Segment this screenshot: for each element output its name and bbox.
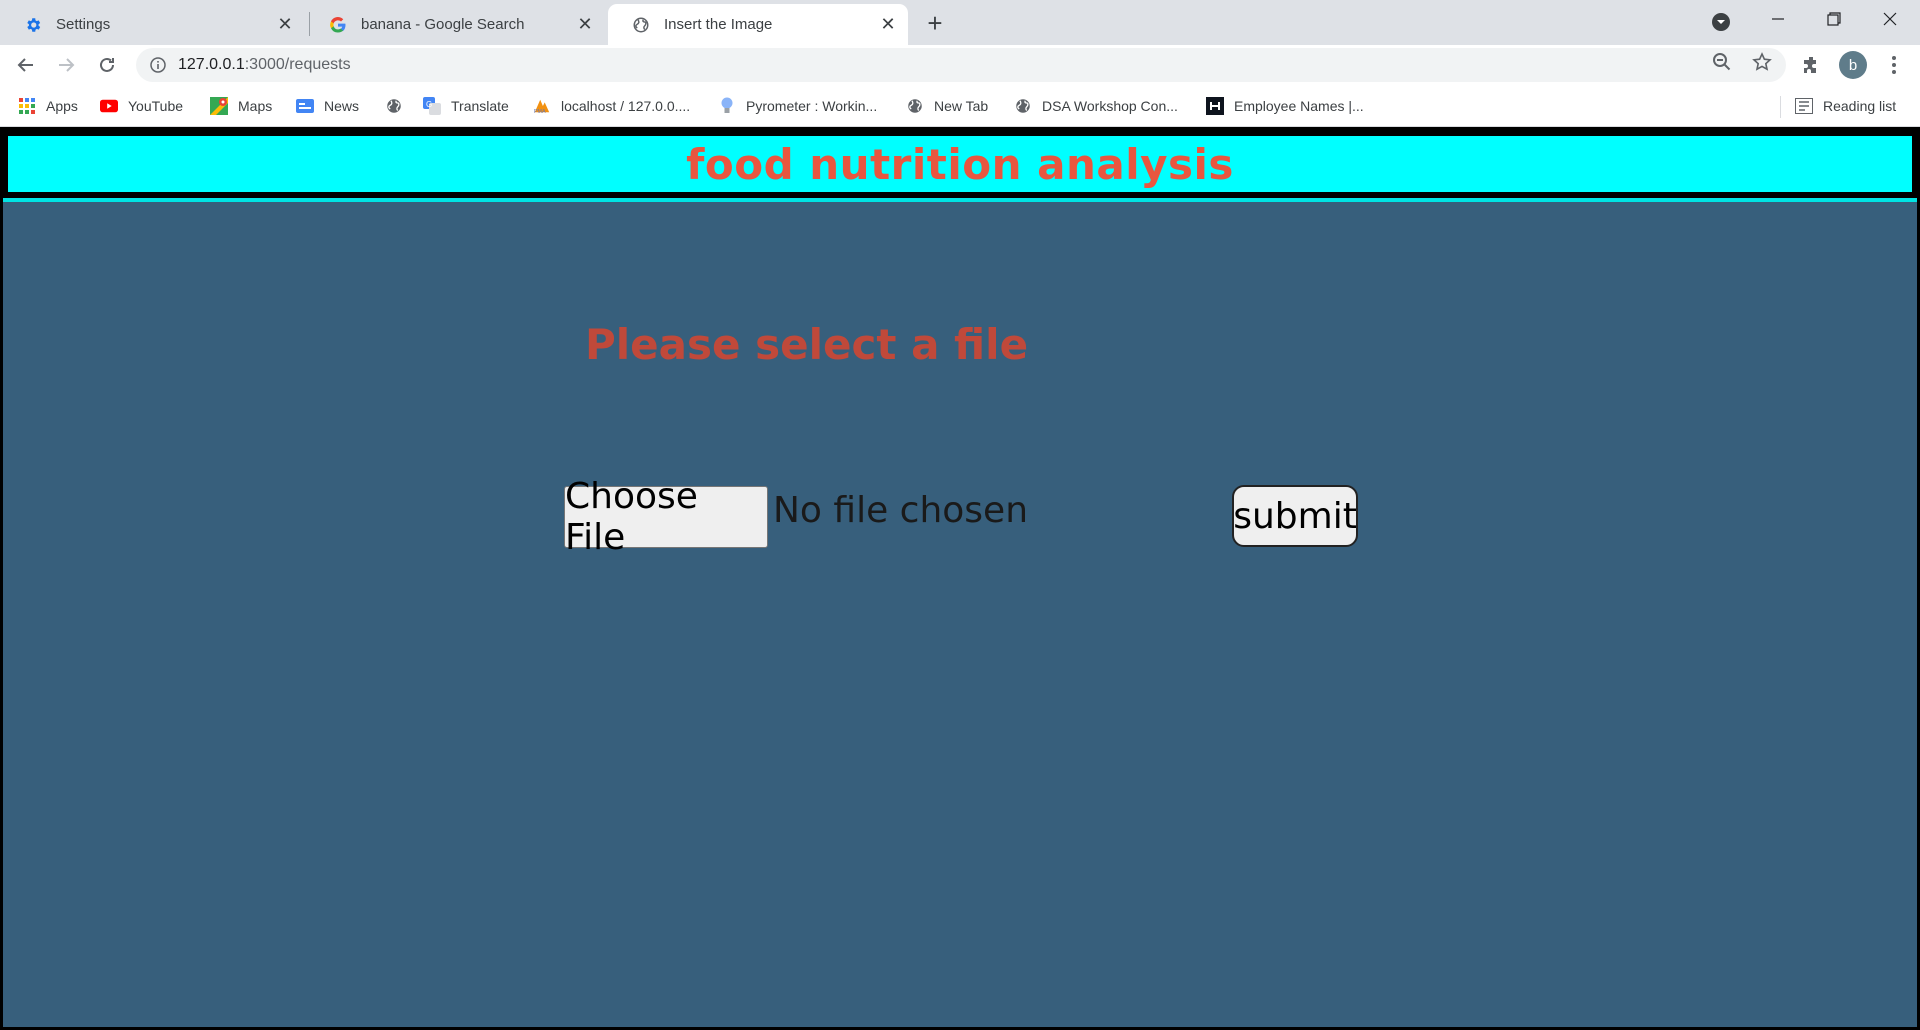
bookmarks-bar: Apps YouTube Maps News G Translate PMA l… — [0, 85, 1920, 127]
youtube-icon — [100, 97, 118, 115]
bookmark-localhost[interactable]: PMA localhost / 127.0.0.... — [533, 95, 690, 117]
extensions-icon[interactable] — [1798, 51, 1826, 79]
restore-icon[interactable] — [1806, 0, 1862, 38]
reload-icon[interactable] — [91, 49, 123, 81]
close-icon[interactable]: ✕ — [273, 13, 297, 37]
bookmark-translate[interactable]: G Translate — [423, 95, 509, 117]
translate-icon: G — [423, 97, 441, 115]
file-status-text: No file chosen — [773, 490, 1029, 531]
zoom-out-icon[interactable] — [1710, 50, 1734, 74]
bookmarks-divider — [1780, 96, 1781, 118]
news-icon — [296, 97, 314, 115]
url-host: 127.0.0.1 — [178, 56, 245, 73]
address-bar[interactable]: 127.0.0.1:3000/requests — [136, 48, 1786, 82]
reading-list-button[interactable]: Reading list — [1795, 95, 1896, 117]
bookmark-label: DSA Workshop Con... — [1042, 98, 1178, 114]
info-icon[interactable] — [148, 55, 168, 75]
bookmark-label: Employee Names |... — [1234, 98, 1364, 114]
new-tab-button[interactable]: + — [920, 8, 950, 38]
back-arrow-icon[interactable] — [10, 49, 42, 81]
header-banner: food nutrition analysis — [8, 136, 1912, 192]
star-icon[interactable] — [1750, 50, 1774, 74]
apps-grid-icon — [18, 97, 36, 115]
globe-icon — [632, 16, 650, 34]
tab-banana-search[interactable]: banana - Google Search ✕ — [305, 4, 605, 45]
bookmark-label: New Tab — [934, 98, 989, 114]
tab-strip: Settings ✕ banana - Google Search ✕ Inse… — [0, 0, 1920, 45]
web-page: food nutrition analysis Please select a … — [0, 128, 1920, 1030]
google-icon — [329, 16, 347, 34]
tab-title: banana - Google Search — [361, 16, 525, 33]
select-file-heading: Please select a file — [585, 320, 1029, 369]
close-icon[interactable]: ✕ — [876, 13, 900, 37]
bookmark-apps[interactable]: Apps — [18, 95, 78, 117]
tab-title: Settings — [56, 16, 111, 33]
bookmark-maps[interactable]: Maps — [210, 95, 272, 117]
reading-list-label: Reading list — [1823, 98, 1897, 114]
bookmark-label: Apps — [46, 98, 78, 114]
bookmark-label: Translate — [451, 98, 509, 114]
url-text: 127.0.0.1:3000/requests — [178, 56, 351, 74]
bookmark-label: localhost / 127.0.0.... — [561, 98, 691, 114]
choose-file-button[interactable]: Choose File — [564, 476, 768, 558]
tab-title: Insert the Image — [664, 16, 773, 33]
globe-icon — [906, 97, 924, 115]
bookmark-label: News — [324, 98, 360, 114]
globe-icon — [1014, 97, 1032, 115]
svg-text:PMA: PMA — [534, 109, 546, 115]
bookmark-employee-names[interactable]: Employee Names |... — [1206, 95, 1364, 117]
close-icon[interactable]: ✕ — [573, 13, 597, 37]
hackerrank-icon — [1206, 97, 1224, 115]
upload-panel: Please select a file Choose File No file… — [3, 198, 1917, 1027]
tab-settings[interactable]: Settings ✕ — [0, 4, 305, 45]
browser-toolbar: 127.0.0.1:3000/requests b — [0, 45, 1920, 85]
forward-arrow-icon[interactable] — [50, 49, 82, 81]
reading-list-icon — [1795, 97, 1813, 115]
url-path: :3000/requests — [244, 56, 351, 73]
submit-button[interactable]: submit — [1232, 485, 1358, 547]
bookmark-label: Maps — [238, 98, 273, 114]
bookmark-dsa-workshop[interactable]: DSA Workshop Con... — [1014, 95, 1178, 117]
svg-text:G: G — [426, 100, 432, 109]
menu-dots-icon[interactable] — [1880, 51, 1908, 79]
phpmyadmin-icon: PMA — [533, 97, 551, 115]
window-close-icon[interactable] — [1862, 0, 1918, 38]
bookmark-news[interactable]: News — [296, 95, 359, 117]
bookmark-globe[interactable] — [385, 95, 413, 117]
maps-icon — [210, 97, 228, 115]
profile-avatar[interactable]: b — [1839, 51, 1867, 79]
bookmark-new-tab[interactable]: New Tab — [906, 95, 988, 117]
globe-icon — [385, 97, 403, 115]
minimize-icon[interactable] — [1750, 0, 1806, 38]
page-title: food nutrition analysis — [686, 139, 1234, 189]
gear-icon — [24, 16, 42, 34]
bookmark-pyrometer[interactable]: Pyrometer : Workin... — [718, 95, 877, 117]
tab-search-icon[interactable] — [1708, 9, 1734, 35]
bookmark-label: YouTube — [128, 98, 184, 114]
tab-insert-image[interactable]: Insert the Image ✕ — [608, 4, 908, 45]
bulb-icon — [718, 97, 736, 115]
bookmark-label: Pyrometer : Workin... — [746, 98, 878, 114]
bookmark-youtube[interactable]: YouTube — [100, 95, 183, 117]
